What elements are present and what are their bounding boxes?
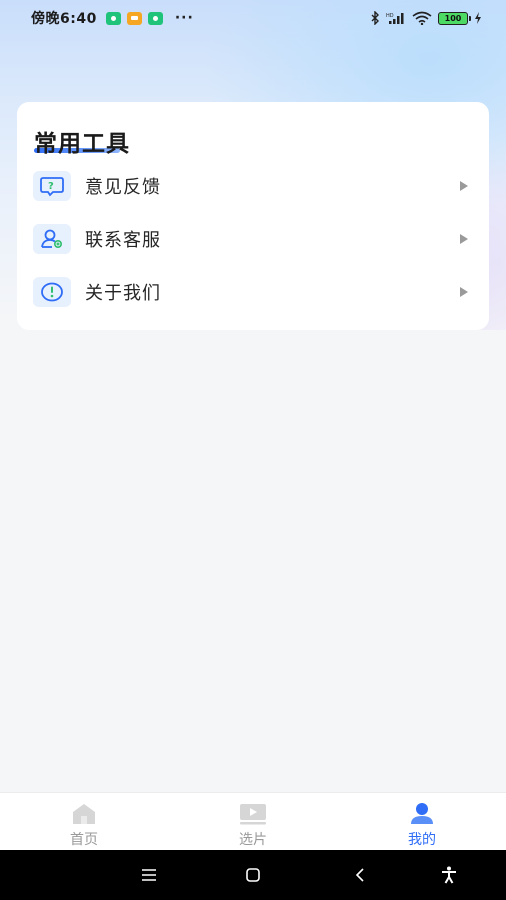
tab-select-film[interactable]: 选片 [193,793,313,851]
menu-icon [142,869,156,881]
chevron-right-icon [460,181,468,191]
home-icon [73,804,95,824]
tool-item-feedback[interactable]: ? 意见反馈 [17,164,489,208]
square-icon [246,868,260,882]
bottom-nav: 首页 选片 我的 [0,792,506,850]
chevron-right-icon [460,287,468,297]
message-notification-icon [126,11,142,25]
notification-icon [147,11,163,25]
menu-button[interactable] [136,862,162,888]
home-button[interactable] [240,862,266,888]
about-icon [33,277,71,307]
signal-icon: HD [386,13,404,24]
wifi-icon [412,11,432,25]
tool-item-customer-service[interactable]: 联系客服 [17,217,489,261]
tool-label-feedback: 意见反馈 [85,177,161,198]
bluetooth-icon [371,11,379,25]
tab-home[interactable]: 首页 [24,793,144,851]
card-title-wrap: 常用工具 [34,124,130,158]
common-tools-card: 常用工具 ? 意见反馈 联系客服 关于我们 [17,102,489,330]
accessibility-icon [442,866,456,884]
tool-item-about[interactable]: 关于我们 [17,270,489,314]
battery-level: 100 [444,13,462,23]
svg-text:HD: HD [386,13,394,19]
system-nav-bar [0,850,506,900]
accessibility-button[interactable] [436,862,462,888]
feedback-icon: ? [33,171,71,201]
chevron-right-icon [460,234,468,244]
video-icon [240,804,266,825]
notification-icon [105,11,121,25]
back-icon [355,868,364,882]
charging-icon [475,12,481,24]
tab-select-film-label: 选片 [239,832,267,848]
tab-home-label: 首页 [70,832,98,848]
card-title: 常用工具 [34,131,130,157]
back-button[interactable] [347,862,373,888]
tab-profile[interactable]: 我的 [362,793,482,851]
tab-profile-label: 我的 [408,832,436,848]
svg-text:?: ? [48,181,54,192]
battery-icon: 100 [438,11,471,25]
more-notifications-icon: ··· [174,10,194,26]
profile-icon [411,803,433,824]
status-bar: 傍晚6:40 ··· HD 100 [0,0,506,36]
tool-label-about: 关于我们 [85,283,161,304]
customer-service-icon [33,224,71,254]
tool-label-customer-service: 联系客服 [85,230,161,251]
status-time: 傍晚6:40 [31,11,97,27]
